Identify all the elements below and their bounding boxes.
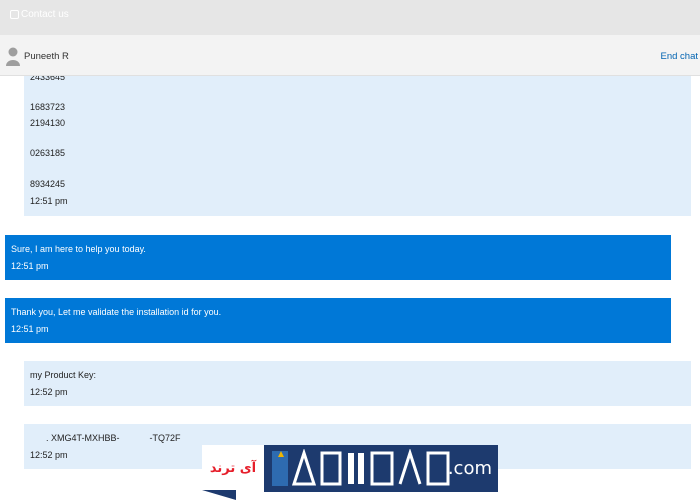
contact-us-link[interactable]: Contact us bbox=[10, 9, 69, 20]
message-time: 12:51 pm bbox=[11, 261, 49, 271]
message-line: Sure, I am here to help you today. bbox=[11, 244, 146, 254]
user-message: 2433645 1683723 2194130 0263185 8934245 … bbox=[24, 76, 691, 216]
message-line: . XMG4T-MXHBB- -TQ72F bbox=[46, 433, 181, 443]
phone-icon bbox=[10, 10, 19, 19]
agent-message: Thank you, Let me validate the installat… bbox=[5, 298, 671, 343]
watermark: آی ترند .com bbox=[202, 445, 498, 492]
chat-header: Puneeth R End chat bbox=[0, 35, 700, 76]
message-line: 0263185 bbox=[30, 148, 66, 158]
message-time: 12:52 pm bbox=[30, 387, 68, 397]
end-chat-link[interactable]: End chat bbox=[661, 51, 699, 62]
watermark-shard bbox=[202, 490, 236, 500]
watermark-left-text: آی ترند bbox=[202, 445, 264, 492]
message-time: 12:52 pm bbox=[30, 450, 68, 460]
message-line: 2433645 bbox=[30, 76, 66, 82]
watermark-logo: .com bbox=[264, 445, 498, 492]
person-icon bbox=[6, 47, 20, 66]
message-line: 1683723 bbox=[30, 102, 66, 112]
message-time: 12:51 pm bbox=[11, 324, 49, 334]
message-line: 8934245 bbox=[30, 179, 66, 189]
message-line: Thank you, Let me validate the installat… bbox=[11, 307, 222, 317]
message-line: 2194130 bbox=[30, 118, 66, 128]
contact-us-label: Contact us bbox=[21, 9, 69, 20]
user-message: my Product Key: 12:52 pm bbox=[24, 361, 691, 406]
message-time: 12:51 pm bbox=[30, 196, 68, 206]
agent-name: Puneeth R bbox=[24, 51, 69, 62]
title-bar: Contact us bbox=[0, 0, 700, 35]
watermark-domain: .com bbox=[447, 458, 492, 479]
message-list[interactable]: 2433645 1683723 2194130 0263185 8934245 … bbox=[0, 76, 700, 500]
message-line: my Product Key: bbox=[30, 370, 97, 380]
watermark-logo-art-icon bbox=[272, 449, 450, 486]
agent-message: Sure, I am here to help you today. 12:51… bbox=[5, 235, 671, 280]
